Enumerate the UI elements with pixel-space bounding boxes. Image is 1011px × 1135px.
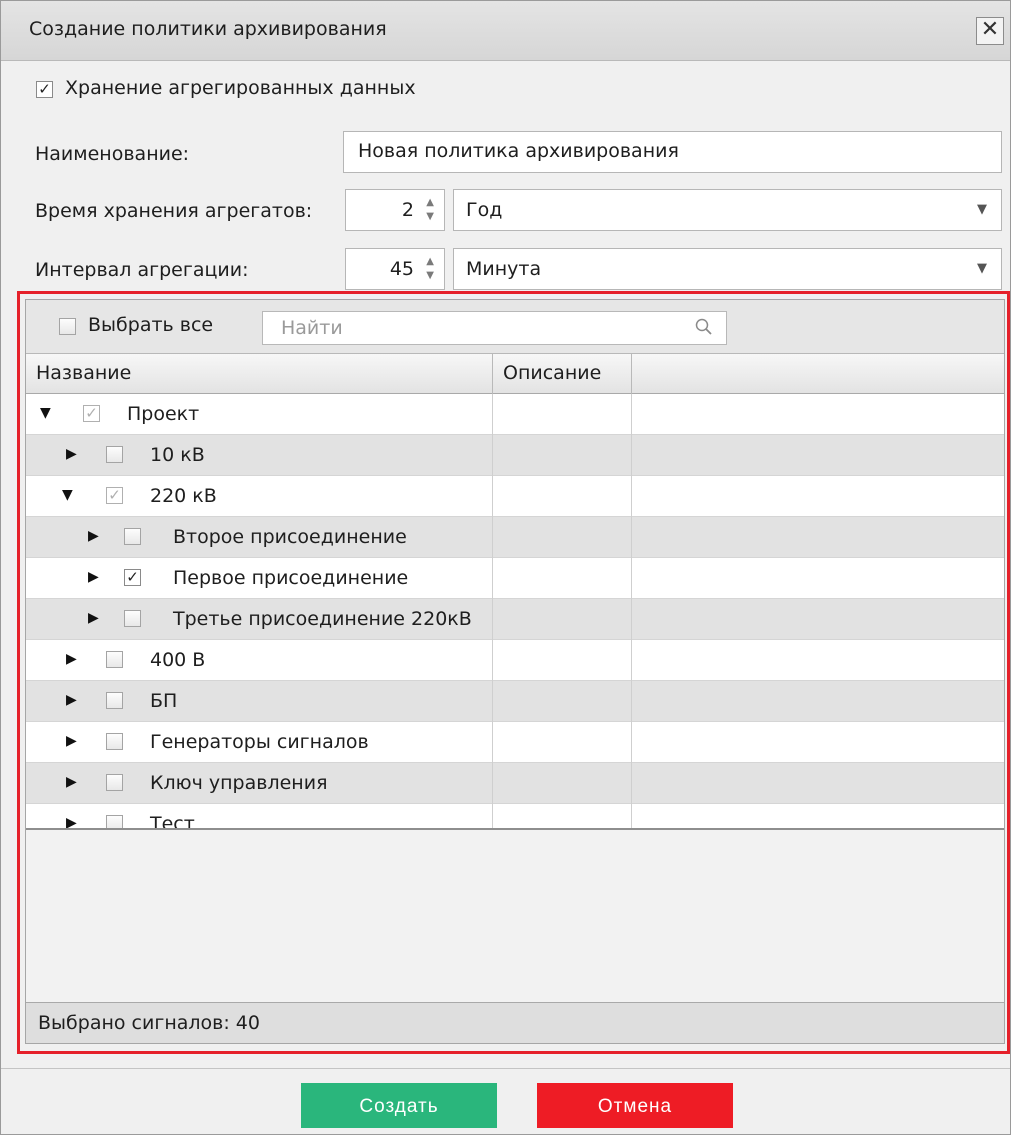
- signals-panel: Выбрать все Найти Название Описание ▼ ✓ …: [25, 299, 1005, 1044]
- row-label: БП: [150, 690, 178, 712]
- table-empty-area: [26, 828, 1004, 1002]
- spin-down-icon[interactable]: ▼: [426, 212, 434, 222]
- chevron-down-icon: ▼: [977, 202, 987, 217]
- spin-down-icon[interactable]: ▼: [426, 271, 434, 281]
- tree-row[interactable]: ▶ Генераторы сигналов: [26, 722, 1004, 763]
- row-label: Третье присоединение 220кВ: [173, 608, 472, 630]
- interval-label: Интервал агрегации:: [35, 259, 249, 281]
- name-input[interactable]: Новая политика архивирования: [343, 131, 1002, 173]
- row-checkbox[interactable]: [106, 651, 123, 668]
- expand-icon[interactable]: ▶: [88, 528, 102, 544]
- title-bar: Создание политики архивирования ✕: [1, 1, 1010, 61]
- row-checkbox[interactable]: ✓: [83, 405, 100, 422]
- expand-icon[interactable]: ▶: [66, 446, 80, 462]
- interval-value: 45: [389, 258, 414, 280]
- create-button[interactable]: Создать: [301, 1083, 497, 1128]
- table-header: Название Описание: [26, 354, 1004, 394]
- archive-policy-dialog: Создание политики архивирования ✕ ✓ Хран…: [0, 0, 1011, 1135]
- row-checkbox[interactable]: [106, 733, 123, 750]
- retention-unit-value: Год: [466, 199, 503, 221]
- tree-row[interactable]: ▶ Второе присоединение: [26, 517, 1004, 558]
- row-label: 220 кВ: [150, 485, 217, 507]
- row-label: 400 В: [150, 649, 206, 671]
- cancel-button[interactable]: Отмена: [537, 1083, 733, 1128]
- row-checkbox[interactable]: ✓: [106, 487, 123, 504]
- retention-value: 2: [401, 199, 414, 221]
- expand-icon[interactable]: ▶: [88, 610, 102, 626]
- search-placeholder: Найти: [281, 317, 343, 339]
- store-aggregated-label: Хранение агрегированных данных: [65, 77, 416, 99]
- chevron-down-icon: ▼: [977, 261, 987, 276]
- tree-row[interactable]: ▶ Третье присоединение 220кВ: [26, 599, 1004, 640]
- tree-row[interactable]: ▶ Ключ управления: [26, 763, 1004, 804]
- status-bar: Выбрано сигналов: 40: [26, 1002, 1004, 1043]
- row-label: Генераторы сигналов: [150, 731, 369, 753]
- row-checkbox[interactable]: [106, 774, 123, 791]
- expand-icon[interactable]: ▶: [66, 774, 80, 790]
- row-label: 10 кВ: [150, 444, 205, 466]
- close-icon[interactable]: ✕: [976, 17, 1004, 45]
- selected-signals-count: Выбрано сигналов: 40: [38, 1012, 260, 1034]
- store-aggregated-checkbox[interactable]: ✓: [36, 81, 53, 98]
- search-icon[interactable]: [694, 317, 714, 337]
- interval-spinbox[interactable]: 45 ▲ ▼: [345, 248, 445, 290]
- row-checkbox[interactable]: [124, 528, 141, 545]
- collapse-icon[interactable]: ▼: [40, 405, 54, 421]
- row-checkbox[interactable]: [106, 446, 123, 463]
- tree-row[interactable]: ▶ 400 В: [26, 640, 1004, 681]
- expand-icon[interactable]: ▶: [88, 569, 102, 585]
- signals-toolbar: Выбрать все Найти: [26, 300, 1004, 354]
- collapse-icon[interactable]: ▼: [62, 487, 76, 503]
- expand-icon[interactable]: ▶: [66, 733, 80, 749]
- retention-spinbox[interactable]: 2 ▲ ▼: [345, 189, 445, 231]
- row-label: Второе присоединение: [173, 526, 407, 548]
- dialog-title: Создание политики архивирования: [29, 18, 387, 40]
- row-label: Ключ управления: [150, 772, 328, 794]
- row-checkbox[interactable]: ✓: [124, 569, 141, 586]
- tree-row[interactable]: ▶ 10 кВ: [26, 435, 1004, 476]
- expand-icon[interactable]: ▶: [66, 651, 80, 667]
- retention-label: Время хранения агрегатов:: [35, 200, 313, 222]
- row-label: Проект: [127, 403, 200, 425]
- tree-row[interactable]: ▶ ✓ Первое присоединение: [26, 558, 1004, 599]
- row-checkbox[interactable]: [106, 692, 123, 709]
- select-all-label: Выбрать все: [88, 314, 214, 336]
- name-label: Наименование:: [35, 143, 190, 165]
- select-all-checkbox[interactable]: [59, 318, 76, 335]
- row-checkbox[interactable]: [124, 610, 141, 627]
- footer-divider: [1, 1068, 1010, 1069]
- column-header-name[interactable]: Название: [26, 354, 493, 394]
- column-header-description[interactable]: Описание: [493, 354, 632, 394]
- interval-unit-value: Минута: [466, 258, 542, 280]
- interval-unit-select[interactable]: Минута ▼: [453, 248, 1002, 290]
- expand-icon[interactable]: ▶: [66, 692, 80, 708]
- row-label: Первое присоединение: [173, 567, 409, 589]
- spin-up-icon[interactable]: ▲: [426, 257, 434, 267]
- spin-up-icon[interactable]: ▲: [426, 198, 434, 208]
- tree-row[interactable]: ▶ БП: [26, 681, 1004, 722]
- retention-unit-select[interactable]: Год ▼: [453, 189, 1002, 231]
- tree-row[interactable]: ▼ ✓ 220 кВ: [26, 476, 1004, 517]
- tree-row[interactable]: ▼ ✓ Проект: [26, 394, 1004, 435]
- search-input[interactable]: Найти: [262, 311, 727, 345]
